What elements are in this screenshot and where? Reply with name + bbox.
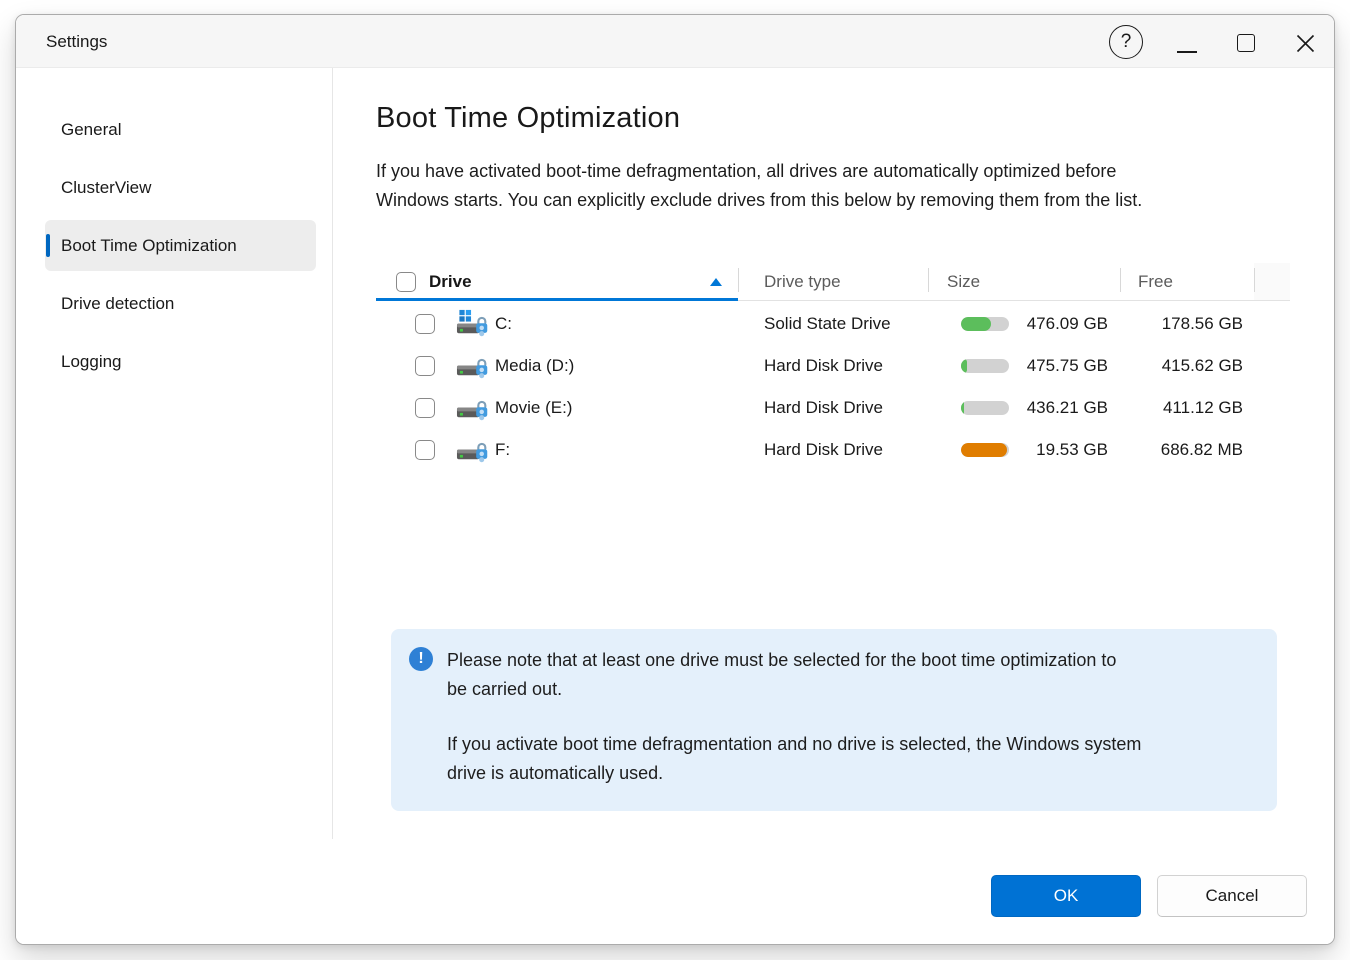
cell-drive-type: Hard Disk Drive	[738, 398, 928, 418]
cell-drive: F:	[376, 435, 738, 465]
cell-size: 476.09 GB	[928, 314, 1120, 334]
free-value: 178.56 GB	[1120, 314, 1254, 334]
cell-drive: Movie (E:)	[376, 393, 738, 423]
column-header-filler	[1254, 263, 1290, 301]
minimize-icon	[1177, 51, 1197, 53]
ok-button[interactable]: OK	[991, 875, 1141, 917]
table-row[interactable]: Movie (E:) Hard Disk Drive 436.21 GB411.12…	[376, 387, 1290, 429]
main-panel: Boot Time Optimization If you have activ…	[333, 68, 1334, 945]
cell-drive-type: Hard Disk Drive	[738, 356, 928, 376]
settings-window: Settings ? General ClusterView Boot Time O…	[15, 14, 1335, 945]
maximize-icon	[1237, 34, 1255, 52]
usage-bar	[961, 443, 1009, 457]
cell-size: 19.53 GB	[928, 440, 1120, 460]
minimize-button[interactable]	[1173, 29, 1201, 57]
usage-bar-fill	[961, 443, 1007, 457]
size-value: 476.09 GB	[1009, 314, 1120, 334]
notice-line: drive is automatically used.	[447, 759, 1237, 788]
cell-drive-type: Solid State Drive	[738, 314, 928, 334]
sidebar-item-clusterview[interactable]: ClusterView	[45, 162, 316, 213]
size-value: 19.53 GB	[1009, 440, 1120, 460]
window-title: Settings	[46, 15, 107, 68]
hard-disk-icon	[456, 351, 489, 381]
sidebar-item-label: ClusterView	[61, 178, 151, 198]
close-button[interactable]	[1291, 29, 1319, 57]
column-label-free: Free	[1138, 272, 1173, 292]
drive-name: C:	[495, 314, 512, 334]
usage-bar	[961, 401, 1009, 415]
cell-size: 436.21 GB	[928, 398, 1120, 418]
system-drive-icon	[456, 309, 489, 339]
column-header-free[interactable]: Free	[1120, 263, 1254, 301]
free-value: 411.12 GB	[1120, 398, 1254, 418]
description-line: If you have activated boot-time defragme…	[376, 157, 1142, 186]
drive-name: Media (D:)	[495, 356, 574, 376]
sidebar-item-label: Logging	[61, 352, 122, 372]
table-row[interactable]: C: Solid State Drive 476.09 GB178.56 GB	[376, 303, 1290, 345]
free-value: 415.62 GB	[1120, 356, 1254, 376]
usage-bar-fill	[961, 317, 991, 331]
column-header-size[interactable]: Size	[928, 263, 1120, 301]
cell-drive: C:	[376, 309, 738, 339]
notice-line: If you activate boot time defragmentatio…	[447, 730, 1237, 759]
sort-ascending-icon	[710, 278, 722, 286]
close-icon	[1295, 33, 1316, 54]
column-label-drive: Drive	[429, 272, 472, 292]
page-title: Boot Time Optimization	[376, 102, 680, 135]
cell-drive: Media (D:)	[376, 351, 738, 381]
table-body: C: Solid State Drive 476.09 GB178.56 GB Med…	[376, 301, 1290, 471]
maximize-button[interactable]	[1232, 29, 1260, 57]
sidebar-item-label: General	[61, 120, 121, 140]
table-row[interactable]: Media (D:) Hard Disk Drive 475.75 GB415.62…	[376, 345, 1290, 387]
select-all-checkbox[interactable]	[396, 272, 416, 292]
page-description: If you have activated boot-time defragme…	[376, 157, 1142, 214]
size-value: 436.21 GB	[1009, 398, 1120, 418]
usage-bar	[961, 317, 1009, 331]
notice-paragraph: Please note that at least one drive must…	[447, 646, 1237, 703]
usage-bar	[961, 359, 1009, 373]
drive-name: Movie (E:)	[495, 398, 572, 418]
free-value: 686.82 MB	[1120, 440, 1254, 460]
titlebar: Settings ?	[16, 15, 1334, 68]
window-body: General ClusterView Boot Time Optimization…	[16, 68, 1334, 945]
sidebar-item-label: Drive detection	[61, 294, 174, 314]
sidebar-item-label: Boot Time Optimization	[61, 236, 237, 256]
info-notice-text: Please note that at least one drive must…	[447, 646, 1237, 787]
help-icon: ?	[1121, 31, 1132, 53]
drive-checkbox[interactable]	[415, 314, 435, 334]
hard-disk-icon	[456, 435, 489, 465]
column-header-drive-type[interactable]: Drive type	[738, 263, 928, 301]
drive-checkbox[interactable]	[415, 440, 435, 460]
notice-line: be carried out.	[447, 675, 1237, 704]
sidebar-item-boot-time-optimization[interactable]: Boot Time Optimization	[45, 220, 316, 271]
sidebar-item-logging[interactable]: Logging	[45, 336, 316, 387]
notice-line: Please note that at least one drive must…	[447, 646, 1237, 675]
cell-drive-type: Hard Disk Drive	[738, 440, 928, 460]
table-header: Drive Drive type Size Free	[376, 263, 1290, 301]
column-header-drive[interactable]: Drive	[376, 263, 738, 301]
help-button[interactable]: ?	[1109, 25, 1143, 59]
hard-disk-icon	[456, 393, 489, 423]
sidebar-item-general[interactable]: General	[45, 104, 316, 155]
usage-bar-fill	[961, 401, 964, 415]
drives-table: Drive Drive type Size Free C: Solid State…	[376, 263, 1290, 471]
table-row[interactable]: F: Hard Disk Drive 19.53 GB686.82 MB	[376, 429, 1290, 471]
info-icon: !	[409, 647, 433, 671]
sidebar-item-drive-detection[interactable]: Drive detection	[45, 278, 316, 329]
description-line: Windows starts. You can explicitly exclu…	[376, 186, 1142, 215]
cell-size: 475.75 GB	[928, 356, 1120, 376]
size-value: 475.75 GB	[1009, 356, 1120, 376]
usage-bar-fill	[961, 359, 967, 373]
cancel-button[interactable]: Cancel	[1157, 875, 1307, 917]
drive-checkbox[interactable]	[415, 398, 435, 418]
column-label-size: Size	[947, 272, 980, 292]
column-label-drive-type: Drive type	[764, 272, 841, 292]
info-notice: ! Please note that at least one drive mu…	[391, 629, 1277, 811]
sidebar: General ClusterView Boot Time Optimization…	[16, 68, 332, 945]
drive-name: F:	[495, 440, 510, 460]
notice-paragraph: If you activate boot time defragmentatio…	[447, 730, 1237, 787]
drive-checkbox[interactable]	[415, 356, 435, 376]
